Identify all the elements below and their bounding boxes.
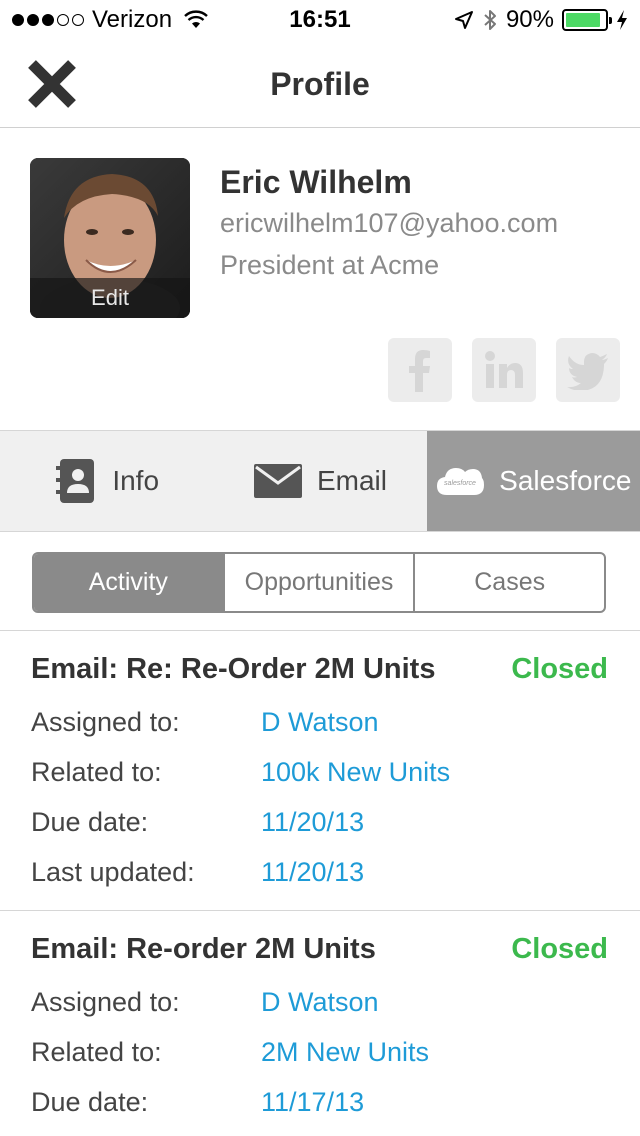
- field-value-link[interactable]: 11/20/13: [261, 857, 364, 888]
- segment-opportunities[interactable]: Opportunities: [225, 554, 416, 611]
- salesforce-cloud-icon: salesforce: [437, 468, 485, 495]
- tab-email[interactable]: Email: [213, 431, 426, 531]
- location-arrow-icon: [454, 11, 473, 29]
- tab-info-label: Info: [112, 465, 160, 496]
- status-right: 90%: [454, 6, 628, 34]
- contact-card-icon: [56, 459, 95, 503]
- list-item[interactable]: Email: Re: Re-Order 2M Units Closed Assi…: [0, 631, 640, 911]
- tab-email-label: Email: [316, 465, 387, 496]
- activity-list: Email: Re: Re-Order 2M Units Closed Assi…: [0, 630, 640, 1136]
- field-label: Related to:: [31, 757, 162, 787]
- profile-name: Eric Wilhelm: [220, 164, 412, 200]
- bluetooth-icon: [484, 10, 496, 30]
- status-badge: Closed: [511, 653, 608, 685]
- field-value-link[interactable]: 11/20/13: [261, 807, 364, 838]
- activity-title: Email: Re: Re-Order 2M Units: [31, 653, 436, 685]
- facebook-icon: [409, 350, 430, 392]
- linkedin-icon: [485, 351, 523, 388]
- twitter-button[interactable]: [556, 338, 620, 402]
- profile-role: President at Acme: [220, 250, 440, 280]
- nav-bar: Profile: [0, 40, 640, 128]
- status-badge: Closed: [511, 933, 608, 965]
- segmented-control: Activity Opportunities Cases: [32, 552, 606, 613]
- facebook-button[interactable]: [388, 338, 452, 402]
- field-label: Assigned to:: [31, 987, 180, 1017]
- segment-cases[interactable]: Cases: [415, 554, 604, 611]
- page-title: Profile: [270, 66, 370, 102]
- avatar[interactable]: Edit: [30, 158, 190, 318]
- field-label: Due date:: [31, 807, 149, 837]
- field-value-link[interactable]: 100k New Units: [261, 757, 450, 788]
- field-label: Last updated:: [31, 857, 195, 887]
- salesforce-logo-text: salesforce: [444, 480, 476, 487]
- field-value-link[interactable]: D Watson: [261, 707, 379, 738]
- field-label: Related to:: [31, 1037, 162, 1067]
- linkedin-button[interactable]: [472, 338, 536, 402]
- activity-title: Email: Re-order 2M Units: [31, 933, 376, 965]
- envelope-icon: [253, 464, 302, 498]
- list-item[interactable]: Email: Re-order 2M Units Closed Assigned…: [0, 911, 640, 1136]
- tab-salesforce[interactable]: salesforce Salesforce: [426, 431, 640, 531]
- field-value-link[interactable]: 11/17/13: [261, 1087, 364, 1118]
- field-value-link[interactable]: D Watson: [261, 987, 379, 1018]
- profile-header: Edit Eric Wilhelm ericwilhelm107@yahoo.c…: [0, 128, 640, 430]
- twitter-icon: [567, 353, 608, 390]
- segment-activity[interactable]: Activity: [34, 554, 225, 611]
- status-bar: Verizon 16:51 90%: [0, 0, 640, 40]
- battery-percent: 90%: [505, 6, 554, 33]
- main-tabs: Info Email salesforce Salesforce: [0, 430, 640, 532]
- field-label: Assigned to:: [31, 707, 180, 737]
- field-value-link[interactable]: 2M New Units: [261, 1037, 429, 1068]
- tab-salesforce-label: Salesforce: [499, 465, 632, 496]
- battery-icon: [562, 9, 612, 31]
- field-label: Due date:: [31, 1087, 149, 1117]
- tab-info[interactable]: Info: [0, 431, 213, 531]
- avatar-edit-label[interactable]: Edit: [30, 278, 190, 318]
- charging-bolt-icon: [617, 10, 627, 30]
- profile-email[interactable]: ericwilhelm107@yahoo.com: [220, 208, 558, 239]
